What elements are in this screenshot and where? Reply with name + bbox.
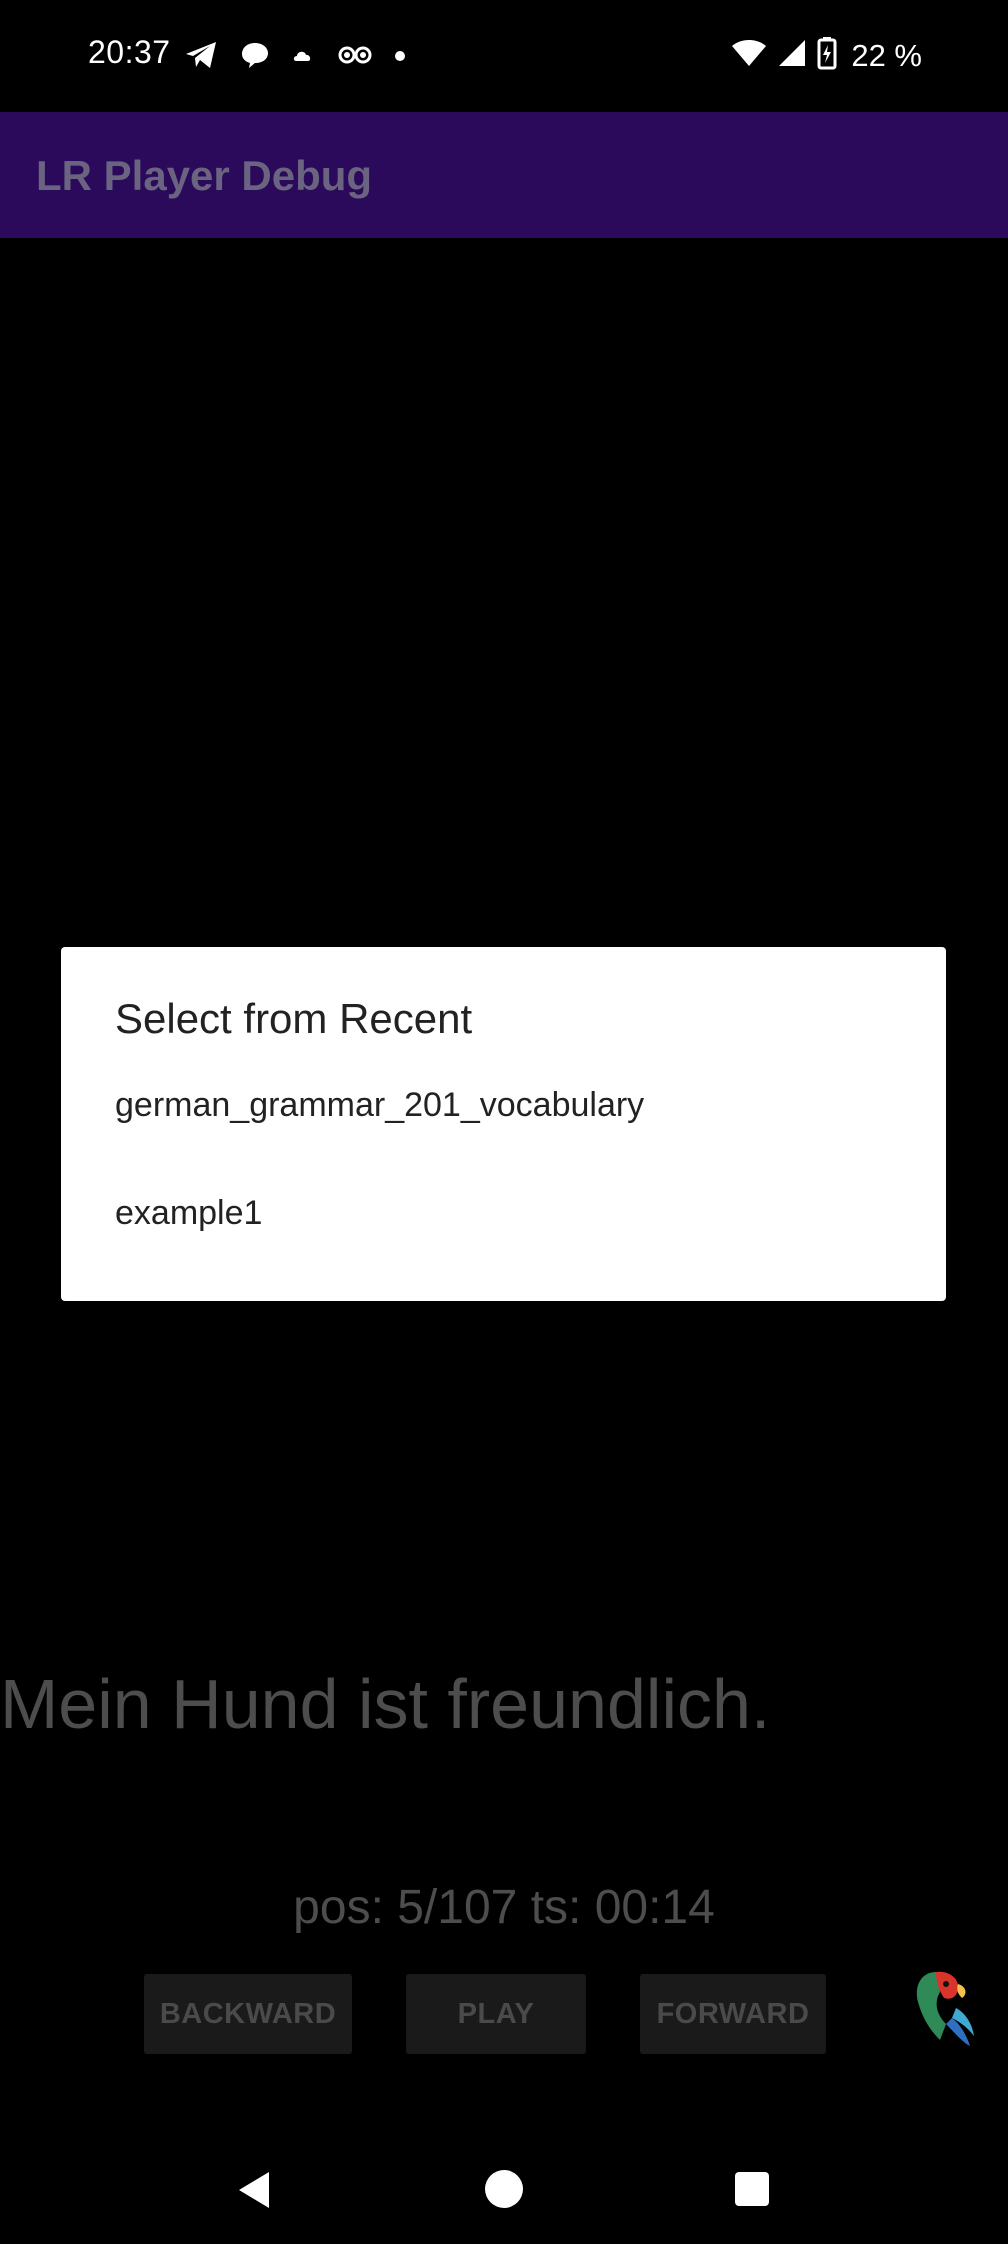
forward-button[interactable]: FORWARD [640, 1974, 826, 2054]
current-sentence: Mein Hund ist freundlich. [0, 1665, 771, 1743]
glasses-app-icon [338, 43, 372, 72]
recent-item[interactable]: german_grammar_201_vocabulary [61, 1017, 946, 1125]
system-status-icons: 22 % [731, 36, 922, 75]
status-time: 20:37 [88, 34, 171, 70]
app-bar: LR Player Debug [0, 112, 1008, 238]
position-readout: pos: 5/107 ts: 00:14 [293, 1881, 715, 1934]
play-button[interactable]: PLAY [406, 1974, 586, 2054]
recent-item[interactable]: example1 [61, 1125, 946, 1233]
telegram-icon [184, 40, 218, 75]
dot-icon [394, 49, 406, 67]
recents-icon[interactable] [735, 2172, 769, 2206]
battery-charging-icon [817, 36, 837, 75]
screen: 20:37 22 % LR Player Debug Mein Hund ist… [0, 0, 1008, 2244]
parrot-icon[interactable] [906, 1962, 978, 2050]
battery-percent: 22 % [851, 37, 922, 73]
navigation-bar [0, 2136, 1008, 2244]
playback-controls: BACKWARD PLAY FORWARD [0, 1974, 1008, 2056]
cloud-icon [292, 45, 316, 70]
back-icon[interactable] [235, 2170, 273, 2215]
chat-bubble-icon [240, 40, 270, 75]
wifi-icon [731, 38, 767, 73]
select-recent-dialog: Select from Recent german_grammar_201_vo… [61, 947, 946, 1301]
app-title: LR Player Debug [36, 152, 373, 199]
status-bar: 20:37 22 % [0, 0, 1008, 112]
backward-button[interactable]: BACKWARD [144, 1974, 352, 2054]
notification-icons [184, 40, 406, 75]
cell-signal-icon [777, 38, 807, 73]
home-icon[interactable] [485, 2170, 523, 2208]
